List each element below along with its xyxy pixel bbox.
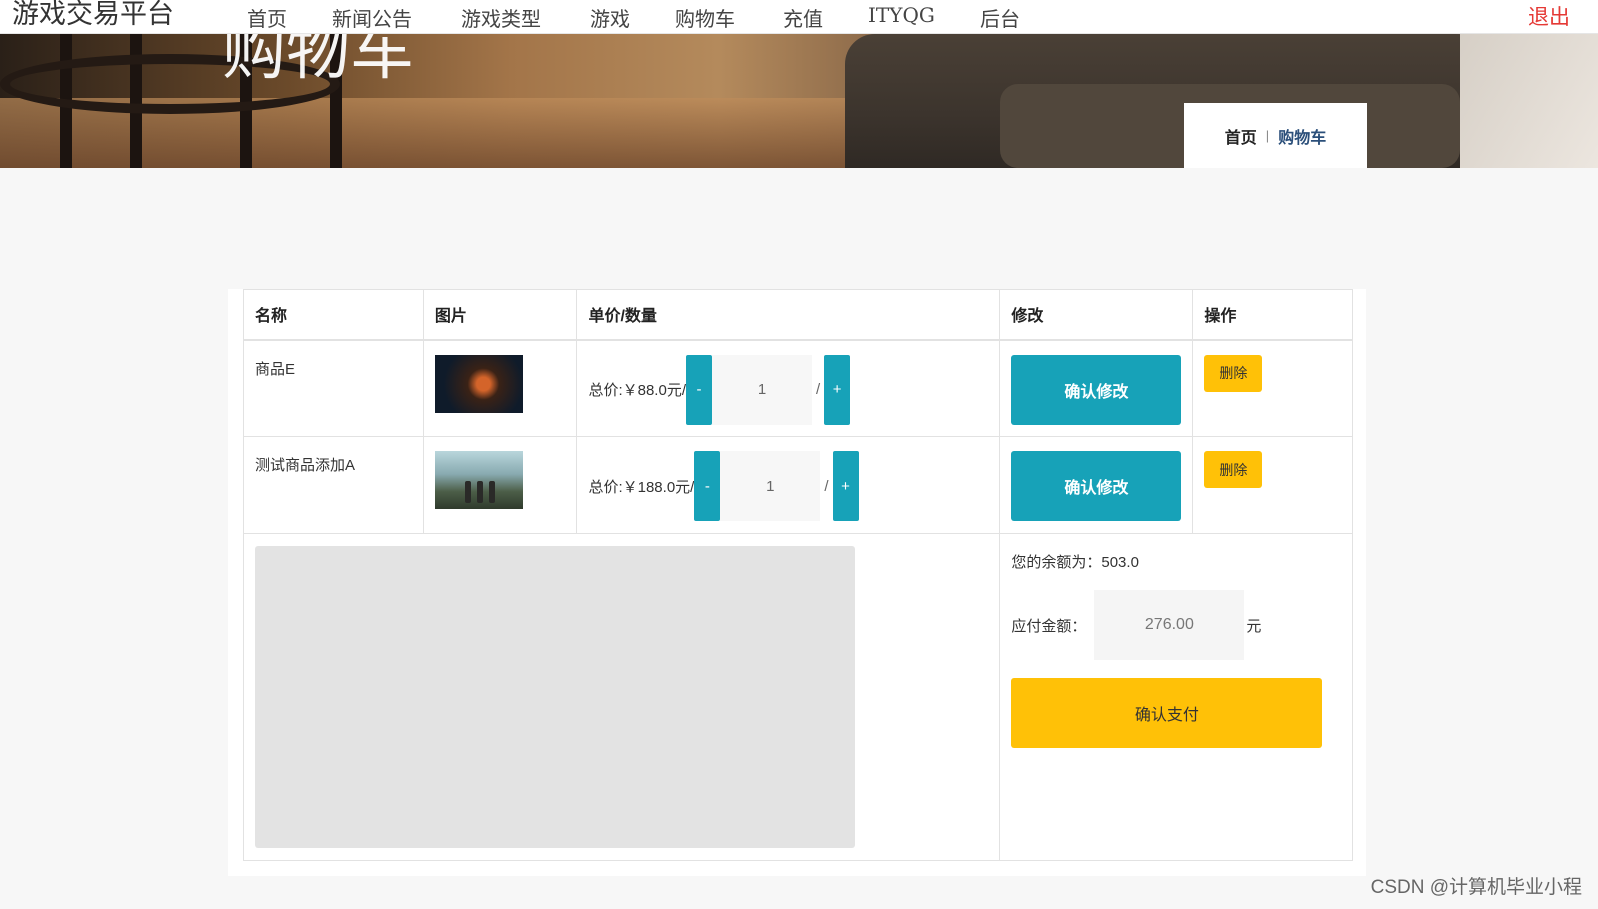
breadcrumb-home[interactable]: 首页 <box>1225 124 1257 148</box>
nav-game-types[interactable]: 游戏类型 <box>461 3 541 32</box>
payable-amount-field[interactable]: 276.00 <box>1094 590 1245 660</box>
item-total-price: 总价:￥88.0元/ <box>588 382 686 399</box>
quantity-input[interactable]: 1 <box>711 354 812 425</box>
breadcrumb: 首页 | 购物车 <box>1184 103 1367 168</box>
logout-link[interactable]: 退出 <box>1528 1 1570 31</box>
item-action-cell: 删除 <box>1192 339 1353 437</box>
nav-games[interactable]: 游戏 <box>590 3 630 32</box>
header-name: 名称 <box>243 289 424 341</box>
item-image-cell <box>422 339 578 437</box>
thumbnail-figure <box>488 481 495 503</box>
item-thumbnail <box>434 451 523 509</box>
header-price-qty: 单价/数量 <box>576 289 1001 341</box>
payable-line: 应付金额： 276.00 元 <box>1011 590 1341 660</box>
decrement-button[interactable]: - <box>694 451 721 521</box>
thumbnail-figure <box>476 481 483 503</box>
item-thumbnail <box>434 354 523 413</box>
banner-title: 购物车 <box>222 34 414 89</box>
payment-cell: 您的余额为：503.0 应付金额： 276.00 元 确认支付 <box>999 533 1353 861</box>
item-edit-cell: 确认修改 <box>999 339 1194 437</box>
balance-line: 您的余额为：503.0 <box>1011 551 1341 572</box>
item-action-cell: 删除 <box>1192 436 1353 534</box>
nav-admin[interactable]: 后台 <box>980 3 1020 32</box>
breadcrumb-current[interactable]: 购物车 <box>1278 124 1326 148</box>
item-price-qty-cell: 总价:￥88.0元/ - 1 / + <box>576 339 1001 437</box>
confirm-pay-button[interactable]: 确认支付 <box>1011 678 1323 748</box>
thumbnail-figure <box>464 481 471 503</box>
confirm-edit-button[interactable]: 确认修改 <box>1011 451 1182 521</box>
balance-value: 503.0 <box>1101 554 1139 571</box>
item-name: 商品E <box>243 339 424 437</box>
breadcrumb-separator: | <box>1265 128 1270 143</box>
payable-label: 应付金额： <box>1011 617 1087 635</box>
payable-unit: 元 <box>1246 617 1262 635</box>
site-brand[interactable]: 游戏交易平台 <box>12 0 174 30</box>
nav-recharge[interactable]: 充值 <box>783 3 823 32</box>
item-name: 测试商品添加A <box>243 436 424 534</box>
summary-left-cell <box>242 533 1001 861</box>
delete-button[interactable]: 删除 <box>1204 354 1263 392</box>
quantity-input[interactable]: 1 <box>720 451 821 521</box>
table-row: 测试商品添加A 总价:￥188.0元/ - 1 / + 确认修改 删除 <box>243 436 1353 534</box>
decrement-button[interactable]: - <box>685 354 712 425</box>
table-row: 商品E 总价:￥88.0元/ - 1 / + 确认修改 删除 <box>243 339 1353 437</box>
item-edit-cell: 确认修改 <box>999 436 1194 534</box>
header-actions: 操作 <box>1192 289 1353 341</box>
cart-panel: 名称 图片 单价/数量 修改 操作 商品E 总价:￥88.0元/ - 1 / +… <box>228 289 1366 876</box>
confirm-edit-button[interactable]: 确认修改 <box>1011 354 1182 425</box>
increment-button[interactable]: + <box>832 451 859 521</box>
increment-button[interactable]: + <box>824 354 851 425</box>
item-total-price: 总价:￥188.0元/ <box>588 478 695 496</box>
cart-summary-row: 您的余额为：503.0 应付金额： 276.00 元 确认支付 <box>242 533 1353 861</box>
watermark: CSDN @计算机毕业小程 <box>1370 877 1582 898</box>
top-navbar: 游戏交易平台 首页 新闻公告 游戏类型 游戏 购物车 充值 ITYQG 后台 退… <box>0 0 1598 34</box>
delete-button[interactable]: 删除 <box>1204 451 1263 488</box>
header-image: 图片 <box>422 289 578 341</box>
cart-header-row: 名称 图片 单价/数量 修改 操作 <box>243 289 1353 341</box>
nav-user[interactable]: ITYQG <box>868 3 935 27</box>
item-price-qty-cell: 总价:￥188.0元/ - 1 / + <box>576 436 1001 534</box>
image-placeholder <box>255 546 855 848</box>
cart-table: 名称 图片 单价/数量 修改 操作 商品E 总价:￥88.0元/ - 1 / +… <box>242 289 1353 861</box>
quantity-separator: / <box>815 381 821 398</box>
nav-news[interactable]: 新闻公告 <box>332 3 412 32</box>
balance-label: 您的余额为： <box>1011 554 1102 571</box>
quantity-separator: / <box>824 477 829 495</box>
banner-cushion <box>1460 34 1598 168</box>
item-image-cell <box>422 436 578 534</box>
nav-home[interactable]: 首页 <box>247 3 287 32</box>
header-edit: 修改 <box>999 289 1194 341</box>
nav-cart[interactable]: 购物车 <box>675 3 735 32</box>
